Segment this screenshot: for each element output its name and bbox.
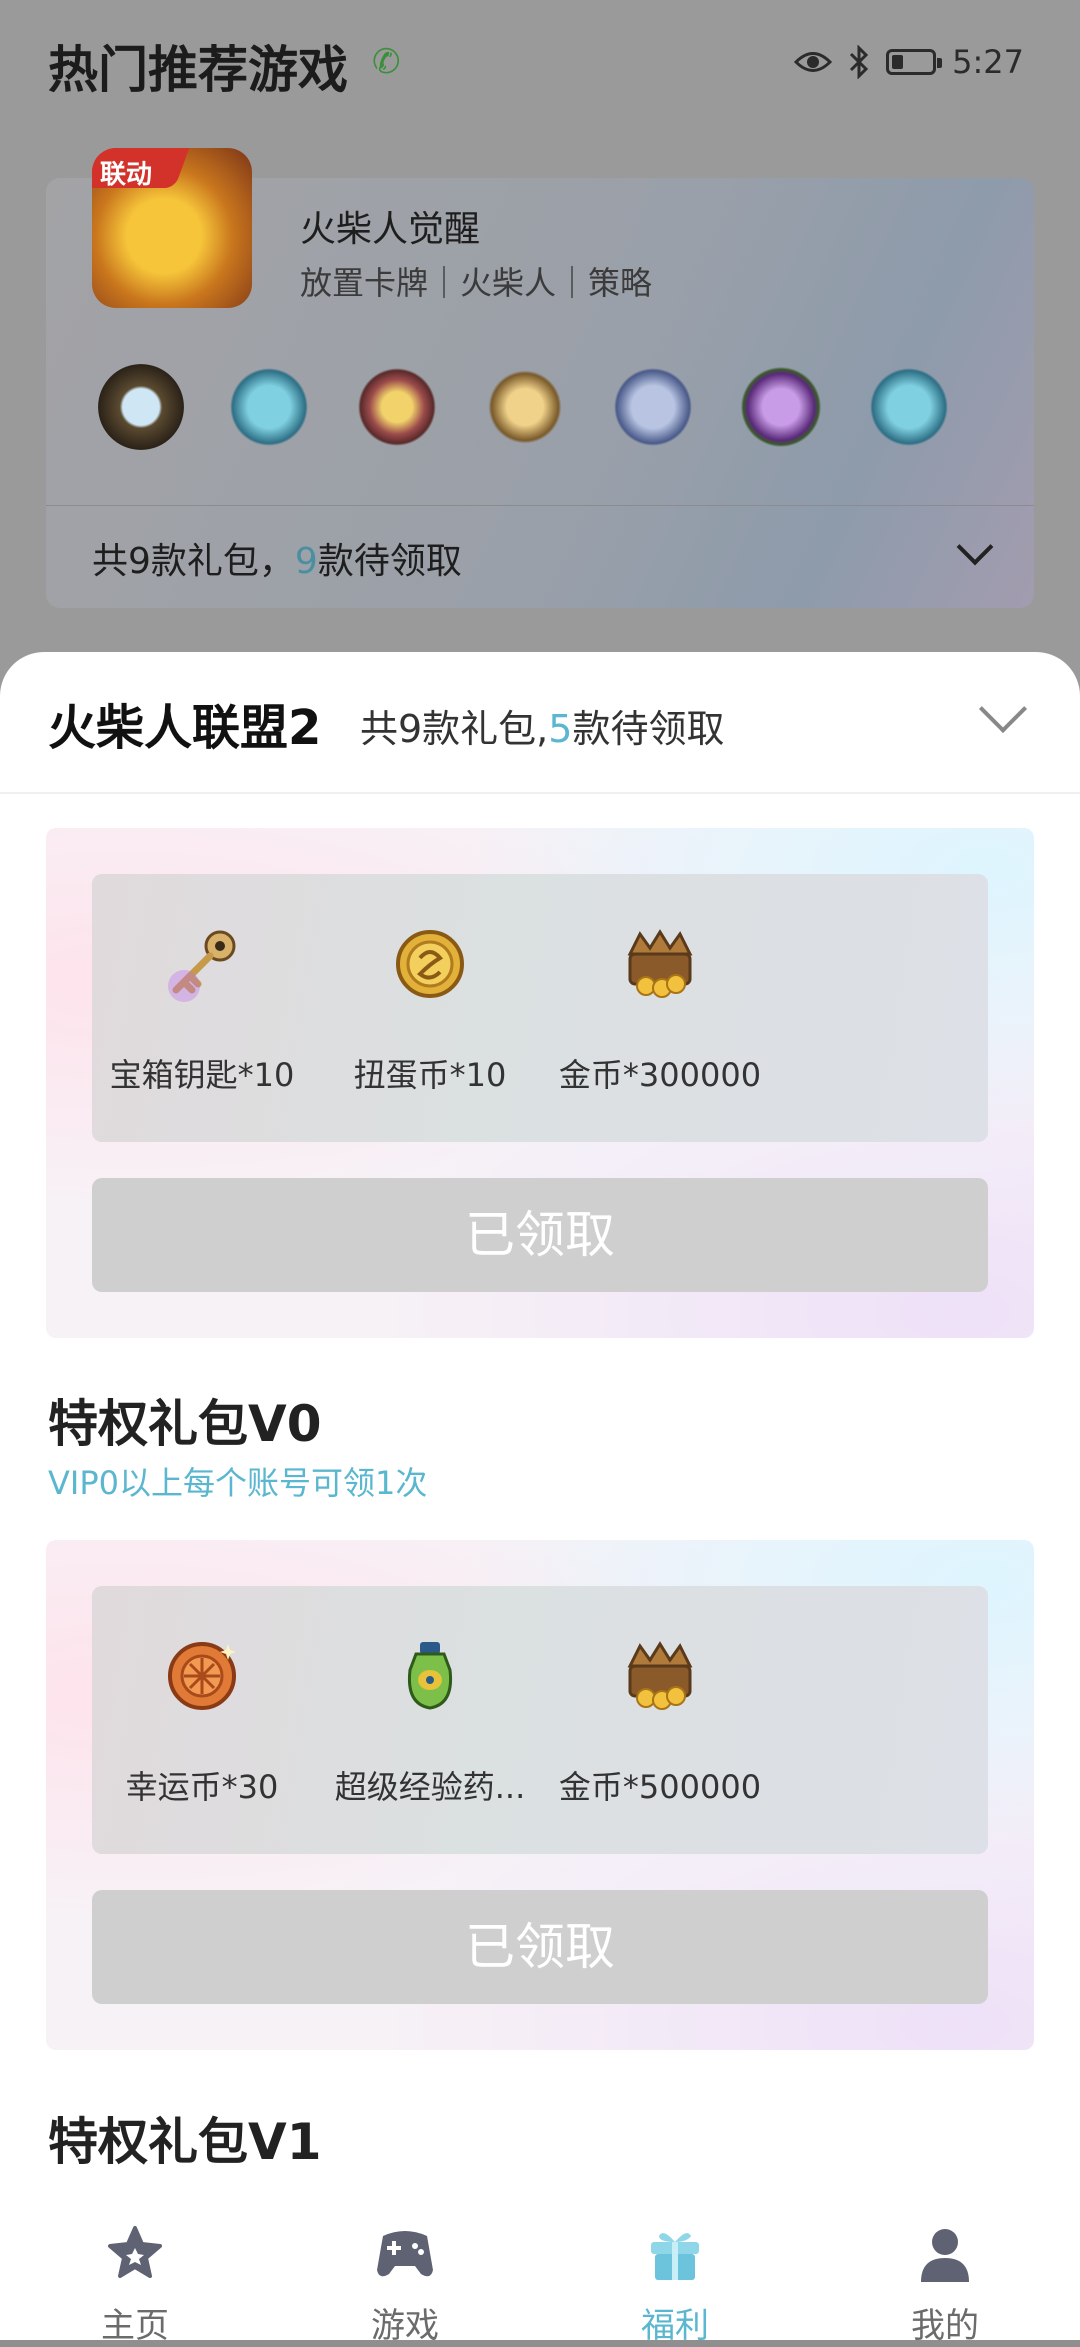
- background-page: 热门推荐游戏 ✆ 5:27 联动 火柴人觉醒 放置卡牌｜火柴人｜策略 共9款礼包…: [0, 0, 1080, 700]
- gift-pack-card: 宝箱钥匙*10 扭蛋币*10 金币*300000 已领取: [46, 828, 1034, 1338]
- recommended-game-card[interactable]: 联动 火柴人觉醒 放置卡牌｜火柴人｜策略 共9款礼包，9款待领取: [46, 148, 1034, 608]
- sheet-summary-suffix: 款待领取: [572, 707, 725, 751]
- sheet-summary-prefix: 共9款礼包,: [360, 707, 549, 751]
- battery-icon: [886, 49, 943, 75]
- gift-item-label: 幸运币*30: [125, 1768, 279, 1806]
- claimed-button[interactable]: 已领取: [92, 1890, 988, 2004]
- pack-title: 特权礼包V0: [48, 1395, 322, 1453]
- gift-item-label: 扭蛋币*10: [353, 1056, 507, 1094]
- nav-item-welfare[interactable]: 福利: [540, 2182, 810, 2346]
- gift-item: 幸运币*30: [92, 1586, 312, 1854]
- sheet-title: 火柴人联盟2: [48, 700, 322, 756]
- mirror-item-icon: [98, 364, 184, 450]
- lucky-coin-icon: [168, 1642, 236, 1710]
- treasure-chest-icon: [627, 929, 693, 998]
- potion-icon: [407, 1642, 453, 1710]
- bluetooth-icon: [850, 45, 869, 79]
- treasure-chest-icon: [627, 1641, 693, 1710]
- gift-item-label: 金币*300000: [558, 1056, 762, 1094]
- gift-items-box: 宝箱钥匙*10 扭蛋币*10 金币*300000: [92, 874, 988, 1142]
- key-icon: [168, 930, 236, 1002]
- star-icon: [108, 2226, 162, 2278]
- game-name: 火柴人觉醒: [300, 209, 481, 250]
- game-tags: 放置卡牌｜火柴人｜策略: [300, 264, 653, 302]
- amulet-item-icon: [354, 364, 440, 450]
- phone-call-icon: ✆: [372, 42, 401, 82]
- armor-item-icon: [610, 364, 696, 450]
- sheet-header: 火柴人联盟2 共9款礼包,5款待领取: [0, 652, 1080, 794]
- nav-item-games[interactable]: 游戏: [270, 2182, 540, 2346]
- gift-item: 金币*300000: [550, 874, 770, 1142]
- gift-icon: [651, 2233, 699, 2280]
- pack-title: 特权礼包V1: [48, 2113, 322, 2171]
- chevron-down-icon[interactable]: [956, 528, 994, 566]
- crystal-item-icon: [866, 364, 952, 450]
- person-icon: [921, 2229, 969, 2282]
- status-bar: 5:27: [794, 40, 1024, 84]
- pending-count: 9: [294, 541, 318, 582]
- collapse-chevron-icon[interactable]: [978, 684, 1028, 734]
- gold-coin-icon: [396, 930, 464, 998]
- gift-item: 扭蛋币*10: [320, 874, 540, 1142]
- gift-bottom-sheet: 火柴人联盟2 共9款礼包,5款待领取 宝箱钥匙*10 扭蛋币*10 金币*300…: [0, 652, 1080, 2182]
- gift-item-label: 宝箱钥匙*10: [109, 1056, 295, 1094]
- gift-items-box: 幸运币*30 超级经验药... 金币*500000: [92, 1586, 988, 1854]
- gift-summary: 共9款礼包，9款待领取: [92, 532, 462, 584]
- pack-eligibility: VIP0以上每个账号可领1次: [48, 1464, 428, 1502]
- game-card-footer[interactable]: 共9款礼包，9款待领取: [46, 505, 1034, 608]
- gift-item-icon-row: [98, 364, 952, 450]
- gift-summary-suffix: 款待领取: [317, 541, 462, 582]
- gift-item: 超级经验药...: [320, 1586, 540, 1854]
- thumbnail-badge: 联动: [100, 160, 153, 190]
- gift-summary-prefix: 共9款礼包，: [92, 541, 295, 582]
- bottom-navigation: 主页 游戏 福利 我的: [0, 2182, 1080, 2346]
- gift-pack-card: 幸运币*30 超级经验药... 金币*500000 已领取: [46, 1540, 1034, 2050]
- game-thumbnail: 联动: [92, 148, 252, 308]
- pending-count: 5: [548, 707, 573, 751]
- gift-item: 金币*500000: [550, 1586, 770, 1854]
- gamepad-icon: [377, 2231, 433, 2277]
- page-title: 热门推荐游戏: [48, 41, 348, 99]
- crystal-item-icon: [226, 364, 312, 450]
- eye-icon: [794, 52, 833, 72]
- scroll-item-icon: [482, 364, 568, 450]
- status-time: 5:27: [952, 43, 1024, 81]
- gem-item-icon: [738, 364, 824, 450]
- nav-item-home[interactable]: 主页: [0, 2182, 270, 2346]
- gift-item-label: 超级经验药...: [334, 1768, 526, 1806]
- gift-item: 宝箱钥匙*10: [92, 874, 312, 1142]
- sheet-summary: 共9款礼包,5款待领取: [360, 698, 724, 753]
- gift-item-label: 金币*500000: [558, 1768, 762, 1806]
- nav-item-mine[interactable]: 我的: [810, 2182, 1080, 2346]
- claimed-button[interactable]: 已领取: [92, 1178, 988, 1292]
